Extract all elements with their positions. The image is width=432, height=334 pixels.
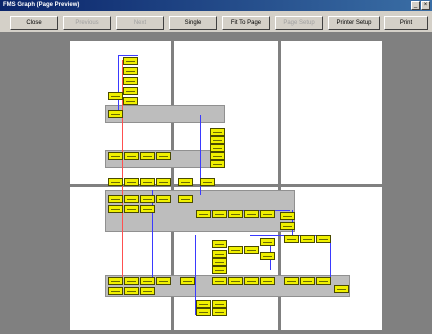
node-box[interactable]	[178, 195, 193, 203]
node-box[interactable]	[140, 152, 155, 160]
node-box[interactable]	[260, 277, 275, 285]
page-setup-button[interactable]: Page Setup	[275, 16, 323, 30]
node-box[interactable]	[196, 210, 211, 218]
node-box[interactable]	[108, 110, 123, 118]
node-box[interactable]	[123, 57, 138, 65]
node-box[interactable]	[140, 277, 155, 285]
node-box[interactable]	[124, 287, 139, 295]
node-box[interactable]	[244, 277, 259, 285]
node-box[interactable]	[228, 277, 243, 285]
node-box[interactable]	[228, 210, 243, 218]
single-button[interactable]: Single	[169, 16, 217, 30]
window-title: FMS Graph (Page Preview)	[3, 2, 80, 8]
node-box[interactable]	[316, 277, 331, 285]
node-box[interactable]	[196, 300, 211, 308]
node-box[interactable]	[260, 252, 275, 260]
window-controls: _ ×	[411, 1, 430, 10]
node-box[interactable]	[210, 152, 225, 160]
node-box[interactable]	[284, 235, 299, 243]
node-box[interactable]	[140, 178, 155, 186]
node-box[interactable]	[124, 277, 139, 285]
node-box[interactable]	[210, 160, 225, 168]
node-box[interactable]	[280, 212, 295, 220]
node-box[interactable]	[124, 195, 139, 203]
node-box[interactable]	[108, 92, 123, 100]
node-box[interactable]	[200, 178, 215, 186]
node-box[interactable]	[108, 152, 123, 160]
printer-setup-button[interactable]: Printer Setup	[328, 16, 380, 30]
node-box[interactable]	[123, 87, 138, 95]
node-box[interactable]	[212, 240, 227, 248]
print-button[interactable]: Print	[384, 16, 428, 30]
node-box[interactable]	[316, 235, 331, 243]
node-box[interactable]	[108, 195, 123, 203]
node-box[interactable]	[123, 97, 138, 105]
node-box[interactable]	[244, 246, 259, 254]
node-box[interactable]	[108, 178, 123, 186]
node-box[interactable]	[156, 277, 171, 285]
connector-line	[152, 190, 153, 280]
node-box[interactable]	[210, 128, 225, 136]
preview-page-3	[281, 41, 382, 184]
node-box[interactable]	[260, 210, 275, 218]
node-box[interactable]	[108, 277, 123, 285]
previous-button[interactable]: Previous	[63, 16, 111, 30]
node-box[interactable]	[212, 266, 227, 274]
connector-line	[118, 55, 119, 115]
node-box[interactable]	[210, 136, 225, 144]
node-box[interactable]	[260, 238, 275, 246]
node-box[interactable]	[212, 308, 227, 316]
connector-line	[118, 55, 138, 56]
node-box[interactable]	[123, 77, 138, 85]
node-box[interactable]	[196, 308, 211, 316]
node-box[interactable]	[300, 235, 315, 243]
node-box[interactable]	[212, 210, 227, 218]
node-box[interactable]	[180, 277, 195, 285]
fit-to-page-button[interactable]: Fit To Page	[222, 16, 270, 30]
node-box[interactable]	[108, 287, 123, 295]
preview-page-6	[281, 187, 382, 330]
node-box[interactable]	[212, 300, 227, 308]
node-box[interactable]	[108, 205, 123, 213]
next-button[interactable]: Next	[116, 16, 164, 30]
node-box[interactable]	[124, 205, 139, 213]
node-box[interactable]	[124, 152, 139, 160]
node-box[interactable]	[156, 195, 171, 203]
minimize-icon[interactable]: _	[411, 1, 420, 10]
close-button[interactable]: Close	[10, 16, 58, 30]
node-box[interactable]	[228, 246, 243, 254]
node-box[interactable]	[300, 277, 315, 285]
node-box[interactable]	[212, 258, 227, 266]
node-box[interactable]	[212, 277, 227, 285]
node-box[interactable]	[244, 210, 259, 218]
preview-toolbar: Close Previous Next Single Fit To Page P…	[0, 11, 432, 33]
node-box[interactable]	[334, 285, 349, 293]
node-box[interactable]	[156, 178, 171, 186]
node-box[interactable]	[124, 178, 139, 186]
close-icon[interactable]: ×	[421, 1, 430, 10]
node-box[interactable]	[140, 287, 155, 295]
node-box[interactable]	[210, 144, 225, 152]
node-box[interactable]	[123, 67, 138, 75]
node-box[interactable]	[178, 178, 193, 186]
node-box[interactable]	[212, 250, 227, 258]
node-box[interactable]	[284, 277, 299, 285]
node-box[interactable]	[156, 152, 171, 160]
node-box[interactable]	[280, 222, 295, 230]
node-box[interactable]	[140, 195, 155, 203]
title-bar: FMS Graph (Page Preview) _ ×	[0, 0, 432, 11]
node-box[interactable]	[140, 205, 155, 213]
group-panel	[105, 105, 225, 123]
